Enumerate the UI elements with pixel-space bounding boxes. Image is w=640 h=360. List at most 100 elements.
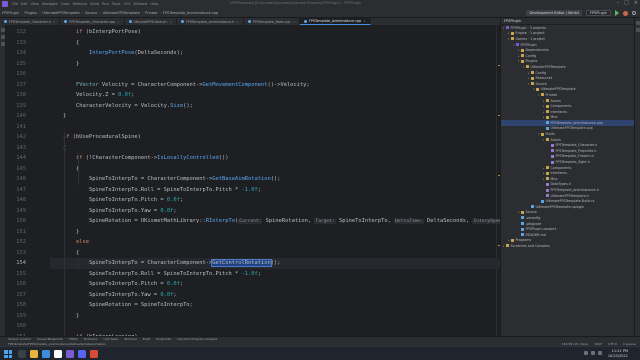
menu-item-navigate[interactable]: Navigate (42, 2, 58, 6)
debug-icon[interactable] (623, 10, 628, 16)
code-line[interactable]: SpineRotation = SpineToInterpTo; (50, 300, 500, 311)
menu-item-window[interactable]: Window (134, 2, 148, 6)
line-number[interactable]: 148 (6, 195, 44, 206)
code-line[interactable]: } (50, 227, 500, 238)
menu-item-refactor[interactable]: Refactor (73, 2, 88, 6)
line-number[interactable]: 157 (6, 290, 44, 301)
file-encoding[interactable]: UTF-8 (608, 342, 617, 346)
file-explorer-icon[interactable] (30, 350, 38, 358)
code-line[interactable]: InterpPortPose(DeltaSeconds); (50, 48, 500, 59)
breadcrumb-item[interactable]: Private (145, 11, 157, 15)
notifications-icon[interactable] (636, 21, 640, 25)
line-number[interactable]: 146 (6, 174, 44, 185)
breadcrumb-item[interactable]: FPSPlugin (2, 11, 19, 15)
tab-close-icon[interactable]: × (53, 20, 56, 24)
code-line[interactable]: CharacterVelocity = Velocity.Size(); (50, 101, 500, 112)
menu-item-file[interactable]: File (12, 2, 18, 6)
line-number[interactable]: 144 (6, 153, 44, 164)
menu-item-tools[interactable]: Tools (112, 2, 121, 6)
line-number[interactable]: 141 (6, 122, 44, 133)
code-line[interactable]: { (50, 164, 500, 175)
line-number[interactable]: 139 (6, 101, 44, 112)
line-number[interactable]: 152 (6, 237, 44, 248)
volume-icon[interactable] (591, 351, 595, 355)
build-config-select[interactable]: Development Editor | Win64 (526, 10, 582, 16)
code-line[interactable]: SpineToInterpTo.Roll = SpineToInterpTo.P… (50, 269, 500, 280)
code-line[interactable]: { (50, 38, 500, 49)
line-number[interactable]: 140 (6, 111, 44, 122)
code-line[interactable]: { (50, 143, 500, 154)
code-line[interactable]: } (50, 111, 500, 122)
line-number[interactable]: 137 (6, 80, 44, 91)
code-line[interactable]: if (!CharacterComponent->IsLocallyContro… (50, 153, 500, 164)
breadcrumb-item[interactable]: Source (85, 11, 97, 15)
cursor-position[interactable]: 154:69 (18 chars) (562, 342, 589, 346)
line-number[interactable]: 145 (6, 164, 44, 175)
line-number[interactable]: 160 (6, 321, 44, 332)
status-code-path[interactable]: FPSTemplate/FPSTemplate_AnimInstance/Nat… (8, 342, 106, 346)
code-line[interactable]: else (50, 237, 500, 248)
code-line[interactable]: SpineToInterpTo.Yaw = 0.0f; (50, 206, 500, 217)
battery-icon[interactable] (598, 351, 602, 355)
network-icon[interactable] (584, 351, 588, 355)
unreal-engine-icon[interactable] (54, 350, 62, 358)
menu-item-help[interactable]: Help (150, 2, 158, 6)
line-number[interactable]: 135 (6, 59, 44, 70)
close-icon[interactable]: × (634, 0, 638, 6)
code-line[interactable] (50, 69, 500, 80)
menu-item-view[interactable]: View (31, 2, 39, 6)
search-icon[interactable] (632, 11, 636, 15)
explorer-tool-icon[interactable] (1, 28, 5, 32)
line-number[interactable]: 132 (6, 27, 44, 38)
code-line[interactable]: Velocity.Z = 0.0f; (50, 90, 500, 101)
line-number[interactable]: 149 (6, 206, 44, 217)
database-icon[interactable] (636, 28, 640, 32)
breadcrumb-item[interactable]: UltimateFPSTemplate (42, 11, 79, 15)
breadcrumb-item[interactable]: Plugins (24, 11, 37, 15)
menu-item-run[interactable]: Run (102, 2, 109, 6)
code-line[interactable]: SpineToInterpTo.Yaw = 0.0f; (50, 290, 500, 301)
windows-start-icon[interactable] (4, 350, 12, 358)
structure-tool-icon[interactable] (1, 42, 5, 46)
line-number[interactable]: 142 (6, 132, 44, 143)
taskbar-clock[interactable]: 11:21 PM 10/23/2021 (608, 349, 628, 359)
browser-icon[interactable] (42, 350, 50, 358)
editor-tab[interactable]: FPSTemplate_AnimInstance.cpp × (300, 18, 371, 25)
run-icon[interactable] (615, 10, 619, 16)
line-number[interactable]: 154 (6, 258, 44, 269)
code-line[interactable] (50, 321, 500, 332)
menu-item-build[interactable]: Build (90, 2, 99, 6)
editor-tab[interactable]: FPSTemplate_Character.h × (0, 18, 61, 25)
code-line[interactable]: { (50, 248, 500, 259)
editor-tab[interactable]: FPSTemplate_AnimInstance.h × (177, 18, 244, 25)
code-line[interactable]: FVector Velocity = CharacterComponent->G… (50, 80, 500, 91)
code-line[interactable]: if (bInterpPortPose) (50, 27, 500, 38)
line-number[interactable]: 151 (6, 227, 44, 238)
taskbar-search-icon[interactable] (18, 350, 26, 358)
code-line[interactable]: } (50, 311, 500, 322)
line-number[interactable]: 134 (6, 48, 44, 59)
line-ending[interactable]: CRLF (594, 342, 602, 346)
code-editor[interactable]: 132 if (bInterpPortPose) 133 {134 InterpP… (6, 25, 500, 344)
tab-close-icon[interactable]: × (236, 20, 239, 24)
code-line[interactable]: SpineRotation = UKismetMathLibrary::RInt… (50, 216, 500, 227)
menu-item-code[interactable]: Code (61, 2, 70, 6)
code-line[interactable]: SpineToInterpTo.Pitch = 0.0f; (50, 195, 500, 206)
menu-item-vcs[interactable]: VCS (123, 2, 130, 6)
tab-close-icon[interactable]: × (293, 20, 296, 24)
recording-app-icon[interactable] (90, 350, 98, 358)
commit-tool-icon[interactable] (1, 35, 5, 39)
rider-taskbar-icon[interactable] (66, 350, 74, 358)
tab-close-icon[interactable]: × (117, 20, 120, 24)
maximize-icon[interactable]: □ (624, 0, 629, 6)
menu-item-edit[interactable]: Edit (21, 2, 28, 6)
line-number[interactable]: 143 (6, 143, 44, 154)
tree-item[interactable]: ▸ Scratches and Consoles (501, 243, 634, 249)
line-number[interactable]: 153 (6, 248, 44, 259)
tab-close-icon[interactable]: × (363, 19, 366, 23)
line-number[interactable]: 147 (6, 185, 44, 196)
code-line[interactable]: SpineToInterpTo.Pitch = 0.0f; (50, 279, 500, 290)
code-line[interactable] (50, 122, 500, 133)
tab-close-icon[interactable]: × (169, 20, 172, 24)
breadcrumb-item[interactable]: FPSTemplate_AnimInstance.cpp (163, 11, 218, 15)
